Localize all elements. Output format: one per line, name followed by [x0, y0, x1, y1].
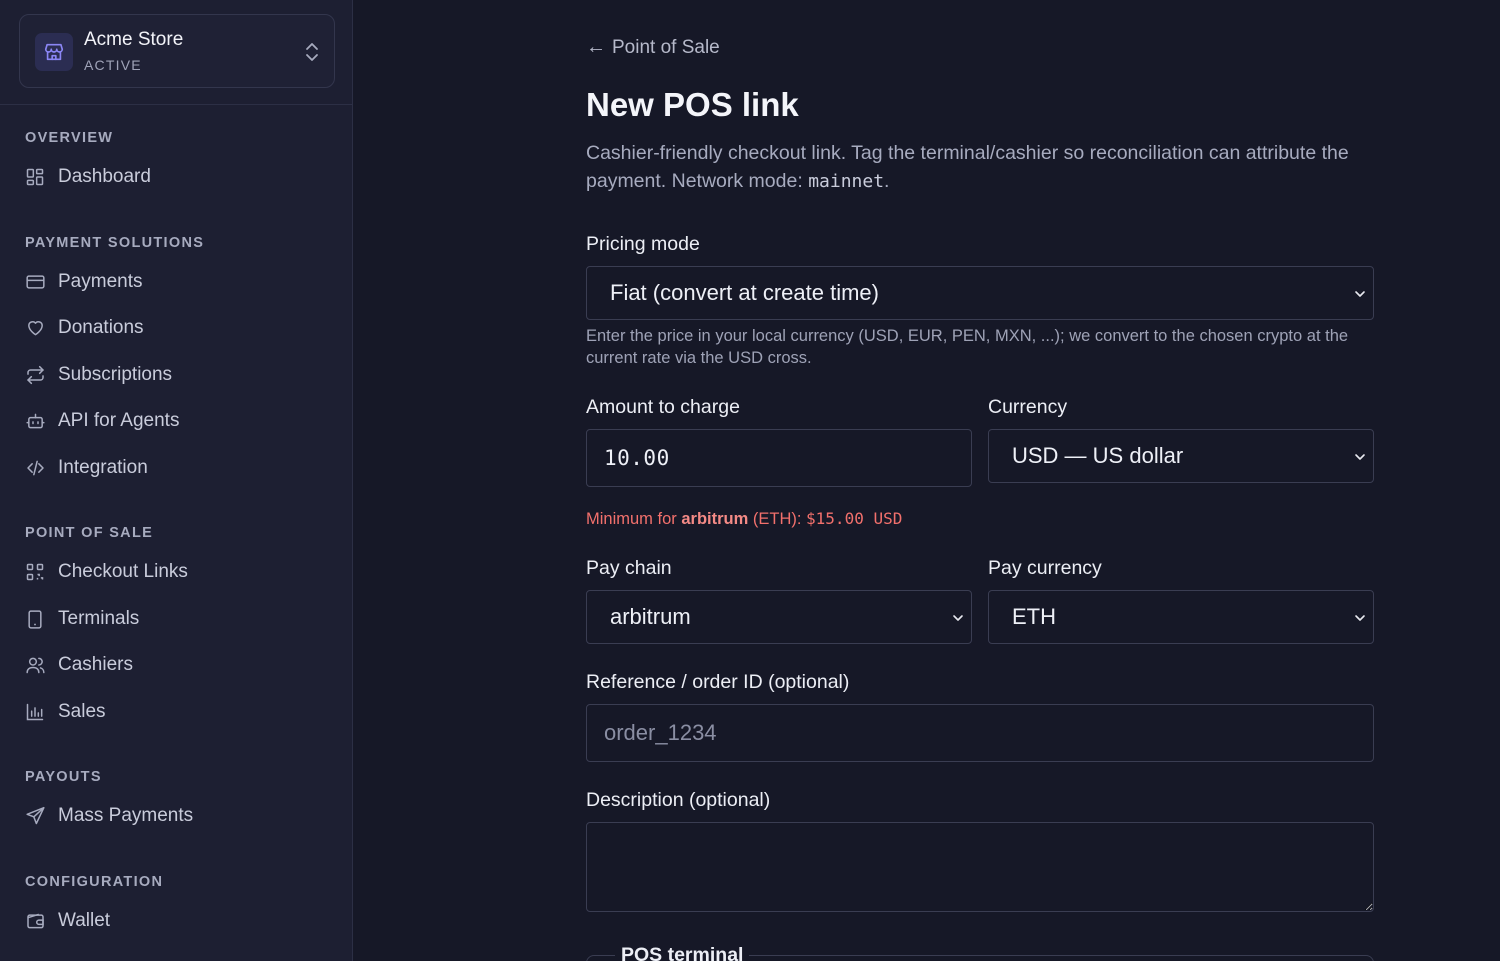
page-title: New POS link [586, 86, 799, 123]
pay-chain-label: Pay chain [586, 557, 672, 579]
amount-label: Amount to charge [586, 396, 740, 418]
minimum-middle: (ETH): [748, 510, 807, 528]
page-description: Cashier-friendly checkout link. Tag the … [586, 139, 1376, 196]
users-icon [24, 654, 46, 676]
sidebar-item-donations[interactable]: Donations [16, 309, 336, 347]
description-end: . [884, 170, 890, 192]
sidebar-item-label: Cashiers [58, 654, 133, 675]
sidebar-item-payments[interactable]: Payments [16, 263, 336, 301]
sidebar-item-cashiers[interactable]: Cashiers [16, 646, 336, 684]
amount-field[interactable] [586, 429, 972, 487]
minimum-amount-warning: Minimum for arbitrum (ETH): $15.00 USD [586, 509, 902, 529]
reference-label: Reference / order ID (optional) [586, 671, 850, 693]
sidebar: Acme Store ACTIVE OVERVIEW Dashboard PAY… [0, 0, 353, 961]
sidebar-item-label: Checkout Links [58, 561, 188, 582]
store-icon [35, 33, 73, 71]
bar-chart-icon [24, 701, 46, 723]
store-switcher[interactable]: Acme Store ACTIVE [19, 14, 335, 88]
sidebar-item-checkout-links[interactable]: Checkout Links [16, 553, 336, 591]
pricing-mode-help: Enter the price in your local currency (… [586, 327, 1349, 367]
pricing-mode-select[interactable]: Fiat (convert at create time) [586, 266, 1374, 320]
sidebar-item-subscriptions[interactable]: Subscriptions [16, 356, 336, 394]
pay-chain-value: arbitrum [610, 604, 691, 629]
arrow-left-icon: ← [586, 36, 606, 58]
minimum-chain: arbitrum [681, 510, 749, 528]
section-label-payment-solutions: PAYMENT SOLUTIONS [25, 235, 205, 251]
code-icon [24, 457, 46, 479]
currency-value: USD — US dollar [1012, 443, 1184, 468]
sidebar-item-label: Donations [58, 317, 144, 338]
sidebar-item-terminals[interactable]: Terminals [16, 600, 336, 638]
network-mode: mainnet [808, 171, 885, 192]
card-icon [24, 271, 46, 293]
wallet-icon [24, 910, 46, 932]
sidebar-item-label: Dashboard [58, 166, 151, 187]
section-label-configuration: CONFIGURATION [25, 874, 164, 890]
minimum-prefix: Minimum for [586, 510, 682, 528]
pay-currency-select[interactable]: ETH [988, 590, 1374, 644]
repeat-icon [24, 364, 46, 386]
store-status: ACTIVE [84, 57, 142, 73]
description-textarea[interactable] [587, 823, 1373, 911]
send-icon [24, 805, 46, 827]
robot-icon [24, 410, 46, 432]
currency-label: Currency [988, 396, 1068, 418]
sidebar-item-label: Mass Payments [58, 805, 194, 826]
sidebar-item-dashboard[interactable]: Dashboard [16, 158, 336, 196]
sidebar-item-integration[interactable]: Integration [16, 449, 336, 487]
dashboard-icon [24, 166, 46, 188]
back-link[interactable]: ← Point of Sale [586, 36, 720, 59]
heart-icon [24, 317, 46, 339]
section-label-overview: OVERVIEW [25, 130, 114, 146]
chevron-down-icon [951, 611, 965, 630]
sidebar-item-mass-payments[interactable]: Mass Payments [16, 797, 336, 835]
sidebar-item-label: Integration [58, 457, 148, 478]
store-name: Acme Store [84, 29, 184, 50]
qr-icon [24, 561, 46, 583]
back-link-label: Point of Sale [612, 36, 720, 58]
pos-terminal-legend: POS terminal [615, 944, 750, 961]
sidebar-item-label: Wallet [58, 910, 111, 931]
section-label-point-of-sale: POINT OF SALE [25, 525, 154, 541]
sidebar-divider [0, 104, 352, 105]
description-text: Cashier-friendly checkout link. Tag the … [586, 142, 1349, 192]
description-label: Description (optional) [586, 789, 771, 811]
pricing-mode-value: Fiat (convert at create time) [610, 280, 879, 305]
tablet-icon [24, 608, 46, 630]
sidebar-item-sales[interactable]: Sales [16, 693, 336, 731]
chevron-down-icon [1353, 611, 1367, 630]
sidebar-item-label: Terminals [58, 608, 140, 629]
sidebar-item-label: Payments [58, 271, 143, 292]
sidebar-item-wallet[interactable]: Wallet [16, 902, 336, 940]
currency-select[interactable]: USD — US dollar [988, 429, 1374, 483]
description-field[interactable] [586, 822, 1374, 912]
amount-input[interactable] [587, 430, 971, 486]
main-content: ← Point of Sale New POS link Cashier-fri… [353, 0, 1500, 961]
minimum-amount: $15.00 USD [806, 509, 903, 528]
chevron-up-down-icon [304, 41, 320, 68]
chevron-down-icon [1353, 450, 1367, 469]
section-label-payouts: PAYOUTS [25, 769, 102, 785]
sidebar-item-label: Sales [58, 701, 106, 722]
sidebar-item-label: Subscriptions [58, 364, 173, 385]
reference-input[interactable] [587, 705, 1373, 761]
pay-chain-select[interactable]: arbitrum [586, 590, 972, 644]
reference-field[interactable] [586, 704, 1374, 762]
pricing-mode-label: Pricing mode [586, 233, 700, 255]
sidebar-item-api-for-agents[interactable]: API for Agents [16, 402, 336, 440]
chevron-down-icon [1353, 287, 1367, 306]
sidebar-item-label: API for Agents [58, 410, 180, 431]
pay-currency-label: Pay currency [988, 557, 1102, 579]
pay-currency-value: ETH [1012, 604, 1056, 629]
